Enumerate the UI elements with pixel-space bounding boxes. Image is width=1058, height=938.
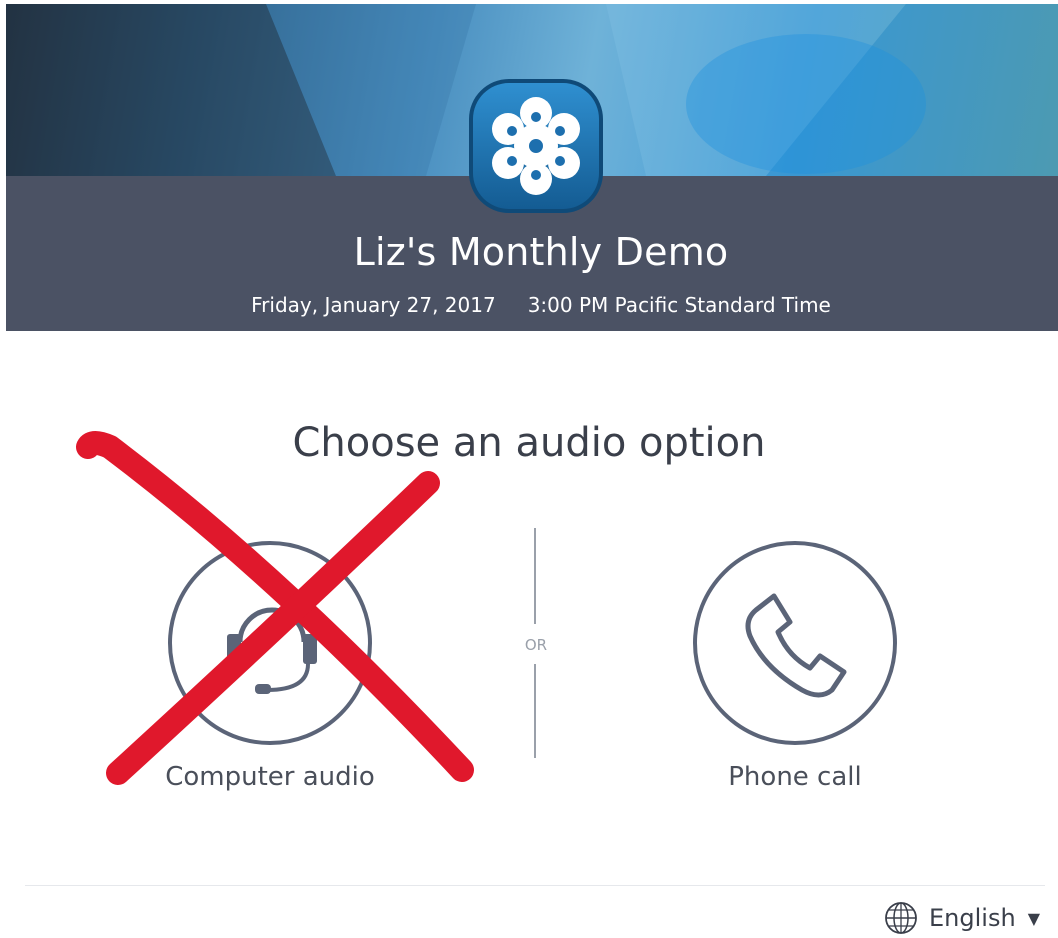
phone-handset-icon (693, 541, 897, 745)
divider-bottom (534, 664, 536, 758)
computer-audio-option[interactable]: Computer audio (140, 540, 400, 792)
computer-audio-label: Computer audio (165, 762, 375, 792)
globe-icon (885, 902, 917, 934)
audio-selection-page: Liz's Monthly Demo Friday, January 27, 2… (0, 0, 1058, 938)
flower-logo-icon (469, 79, 603, 213)
language-label: English (929, 904, 1016, 932)
headset-icon (168, 541, 372, 745)
phone-call-option[interactable]: Phone call (665, 540, 925, 792)
language-selector[interactable]: English ▼ (883, 900, 1040, 936)
meeting-time: 3:00 PM Pacific Standard Time (527, 293, 831, 317)
phone-call-label: Phone call (728, 762, 862, 792)
meeting-date: Friday, January 27, 2017 (251, 293, 496, 317)
or-separator: OR (524, 636, 548, 654)
meeting-title: Liz's Monthly Demo (353, 230, 729, 274)
divider-top (534, 528, 536, 624)
caret-down-icon: ▼ (1027, 908, 1040, 928)
audio-option-heading: Choose an audio option (292, 420, 766, 466)
footer-divider (25, 885, 1045, 886)
meeting-schedule: Friday, January 27, 2017 3:00 PM Pacific … (6, 293, 1058, 317)
